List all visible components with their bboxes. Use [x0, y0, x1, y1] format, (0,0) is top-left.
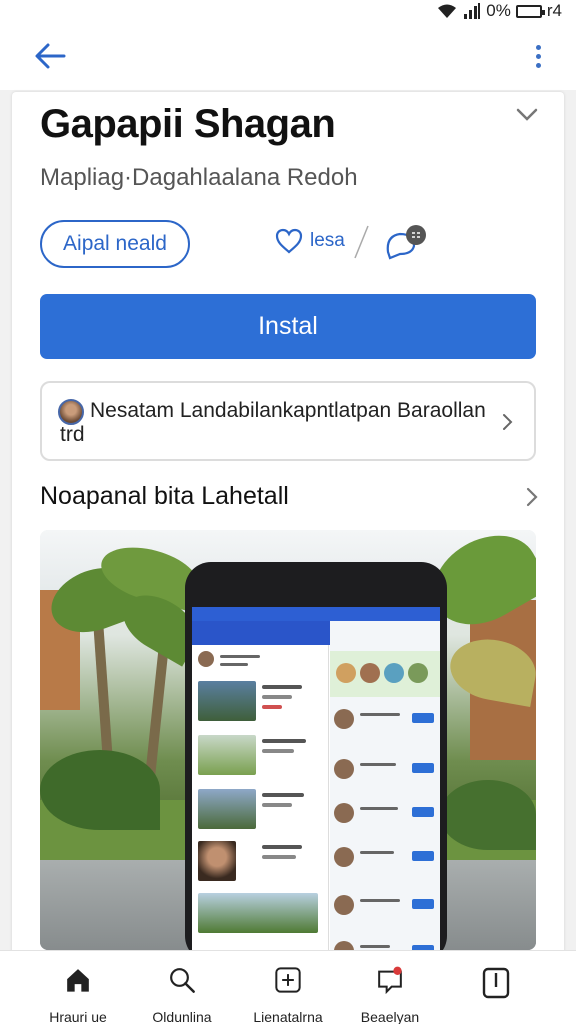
bottom-nav: Hrauri ue Oldunlina Lienatalrna Beaelyan	[0, 950, 576, 1024]
nav-label: Oldunlina	[152, 1009, 212, 1024]
chat-bubble-icon	[386, 225, 426, 260]
section-title: Noapanal bita Lahetall	[40, 482, 289, 510]
nav-item-home[interactable]: Hrauri ue	[28, 965, 128, 1024]
like-label: lesa	[310, 230, 345, 251]
list-item	[198, 735, 323, 777]
secondary-action-button[interactable]: Aipal neald	[40, 220, 190, 268]
phone-screen	[192, 607, 440, 950]
list-item	[334, 889, 436, 923]
list-item	[334, 703, 436, 737]
nav-label: Beaelyan	[360, 1009, 420, 1024]
list-item	[198, 789, 323, 831]
app-bar	[0, 22, 576, 90]
chevron-right-icon	[503, 414, 513, 430]
feed-column	[192, 645, 329, 950]
more-options-button[interactable]	[522, 36, 554, 76]
chevron-right-icon[interactable]	[522, 482, 544, 512]
status-bar: 0% r4	[0, 0, 576, 22]
app-title: Gapapii Shagan	[40, 102, 336, 146]
nav-item-notifications[interactable]: Beaelyan	[340, 965, 440, 1024]
nav-item-add[interactable]: Lienatalrna	[238, 965, 338, 1024]
list-item	[334, 841, 436, 875]
status-icons: 0% r4	[436, 1, 562, 21]
battery-icon	[515, 4, 545, 18]
arrow-left-icon	[35, 43, 66, 69]
info-row[interactable]: Nesatam Landabilankapntlatpan Baraollan …	[40, 381, 536, 461]
comments-button[interactable]	[382, 222, 432, 262]
heart-icon	[275, 228, 303, 254]
library-icon	[482, 967, 510, 999]
divider-slash	[354, 225, 369, 259]
chevron-down-icon[interactable]	[512, 100, 542, 130]
notifications-icon	[378, 966, 402, 995]
nav-item-search[interactable]: Oldunlina	[132, 965, 232, 1024]
add-box-icon	[275, 967, 301, 993]
info-text: Nesatam Landabilankapntlatpan Baraollan …	[60, 399, 486, 446]
app-subtitle: Mapliag·Dagahlaalana Redoh	[40, 164, 358, 191]
back-button[interactable]	[30, 36, 70, 76]
list-item	[198, 893, 323, 935]
phone-mockup	[185, 562, 447, 950]
status-time: r4	[546, 1, 562, 20]
more-vertical-icon	[535, 44, 541, 50]
like-button[interactable]: lesa	[274, 226, 345, 256]
nav-item-library[interactable]	[446, 965, 546, 1024]
list-item	[334, 797, 436, 831]
list-item	[198, 681, 323, 723]
battery-percent: 0%	[486, 1, 511, 20]
list-item	[334, 753, 436, 787]
search-icon	[170, 968, 195, 993]
install-button[interactable]: Instal	[40, 294, 536, 359]
sidebar-column	[330, 621, 440, 950]
nav-label: Hrauri ue	[49, 1009, 107, 1024]
signal-icon	[464, 3, 481, 19]
app-details-card: Gapapii Shagan Mapliag·Dagahlaalana Redo…	[12, 92, 564, 962]
nav-label: Lienatalrna	[253, 1009, 323, 1024]
screenshot-preview[interactable]	[40, 530, 536, 950]
wifi-icon	[438, 4, 457, 18]
list-item	[198, 841, 323, 883]
list-item	[334, 935, 436, 950]
home-icon	[67, 969, 89, 992]
